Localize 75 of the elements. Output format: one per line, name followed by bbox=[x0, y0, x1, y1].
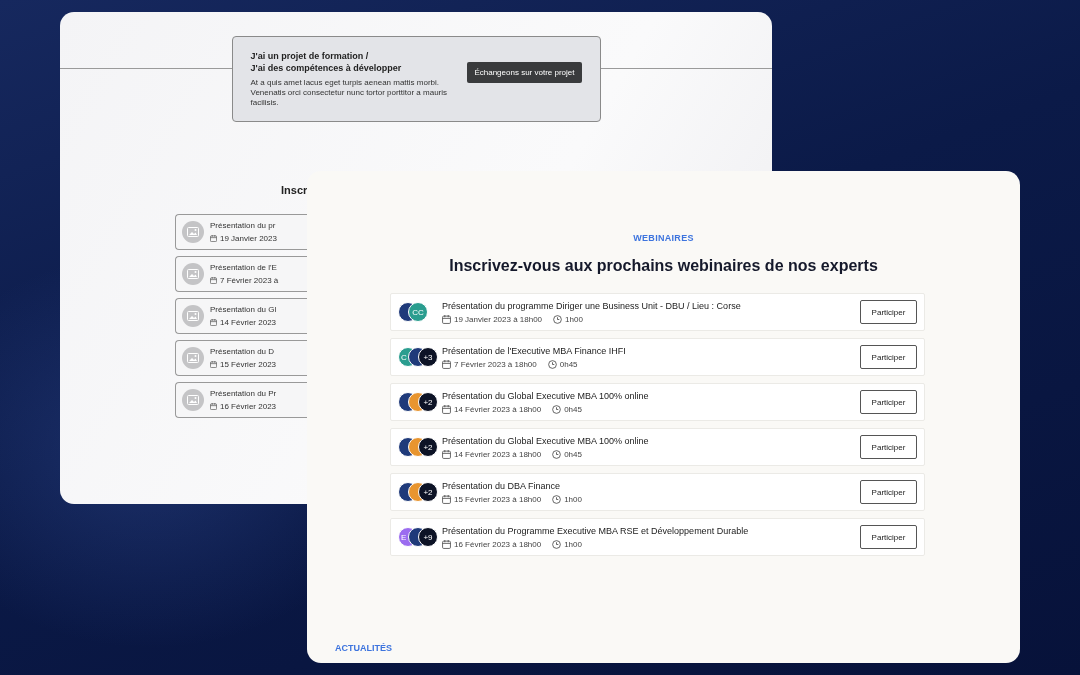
avatar: +9 bbox=[418, 527, 438, 547]
avatar: CC bbox=[408, 302, 428, 322]
calendar-icon bbox=[210, 235, 217, 242]
webinar-date: 19 Janvier 2023 à 18h00 bbox=[454, 314, 543, 324]
section-label: ACTUALITÉS bbox=[335, 643, 392, 653]
webinar-date: 15 Février 2023 à 18h00 bbox=[454, 494, 542, 504]
section-heading: Inscr bbox=[280, 184, 307, 196]
webinar-title: Présentation du Programme Executive MBA RSE et Développement Durable bbox=[442, 525, 750, 536]
clock-icon bbox=[547, 359, 557, 369]
webinar-title: Présentation du D bbox=[210, 347, 276, 356]
calendar-icon bbox=[210, 361, 217, 368]
clock-icon bbox=[553, 314, 563, 324]
clock-icon bbox=[552, 449, 562, 459]
webinar-date: 15 Février 2023 bbox=[220, 360, 277, 369]
avatar: +2 bbox=[418, 437, 438, 457]
section-heading: Inscrivez-vous aux prochains webinaires de nos experts bbox=[448, 257, 879, 275]
calendar-icon bbox=[442, 359, 451, 369]
webinar-title: Présentation du Global Executive MBA 100% online bbox=[442, 390, 650, 401]
clock-icon bbox=[552, 494, 562, 504]
banner-title: J'ai un projet de formation / bbox=[250, 50, 370, 62]
calendar-icon bbox=[442, 449, 451, 459]
webinar-title: Présentation du Global Executive MBA 100% online bbox=[442, 435, 650, 446]
webinar-date: 16 Février 2023 à 18h00 bbox=[454, 539, 542, 549]
banner-text: At a quis amet lacus eget turpis aenean mattis morbi. Venenatis orci consectetur nunc tortor porttitor a mauris facilisis. bbox=[250, 78, 449, 108]
webinar-date: 14 Février 2023 à 18h00 bbox=[454, 404, 542, 414]
participate-button[interactable]: Participer bbox=[860, 480, 917, 504]
webinar-duration: 1h00 bbox=[564, 539, 582, 549]
section-label: WEBINAIRES bbox=[632, 233, 695, 243]
calendar-icon bbox=[442, 404, 451, 414]
webinar-card[interactable]: Présentation du Gl 14 Février 2023 bbox=[175, 298, 307, 334]
webinar-duration: 1h00 bbox=[565, 314, 583, 324]
webinar-card[interactable]: Présentation de l'E 7 Février 2023 à bbox=[175, 256, 307, 292]
participate-button[interactable]: Participer bbox=[860, 435, 917, 459]
calendar-icon bbox=[442, 494, 451, 504]
avatar: +2 bbox=[418, 392, 438, 412]
webinar-date: 7 Février 2023 à bbox=[220, 276, 279, 285]
webinar-date: 16 Février 2023 bbox=[220, 402, 277, 411]
participate-button[interactable]: Participer bbox=[860, 300, 917, 324]
avatar: +2 bbox=[418, 482, 438, 502]
webinar-title: Présentation du Pr bbox=[210, 389, 277, 398]
calendar-icon bbox=[442, 539, 451, 549]
webinar-date: 19 Janvier 2023 bbox=[220, 234, 277, 243]
clock-icon bbox=[552, 404, 562, 414]
image-placeholder-icon bbox=[182, 347, 204, 369]
webinar-duration: 0h45 bbox=[564, 449, 582, 459]
calendar-icon bbox=[442, 314, 451, 324]
clock-icon bbox=[552, 539, 562, 549]
webinar-title: Présentation du Gl bbox=[210, 305, 277, 314]
webinar-duration: 0h45 bbox=[559, 359, 578, 369]
webinar-date: 7 Février 2023 à 18h00 bbox=[454, 359, 537, 369]
webinar-title: Présentation de l'Executive MBA Finance IHFI bbox=[442, 345, 627, 356]
image-placeholder-icon bbox=[182, 305, 204, 327]
webinar-card[interactable]: Présentation du D 15 Février 2023 bbox=[175, 340, 307, 376]
webinar-duration: 1h00 bbox=[564, 494, 582, 504]
webinar-title: Présentation du pr bbox=[210, 221, 277, 230]
participate-button[interactable]: Participer bbox=[860, 525, 917, 549]
webinar-date: 14 Février 2023 bbox=[220, 318, 277, 327]
image-placeholder-icon bbox=[182, 389, 204, 411]
contact-button[interactable]: Échangeons sur votre projet bbox=[467, 61, 582, 83]
calendar-icon bbox=[210, 319, 217, 326]
participate-button[interactable]: Participer bbox=[860, 345, 917, 369]
image-placeholder-icon bbox=[182, 221, 204, 243]
image-placeholder-icon bbox=[182, 263, 204, 285]
calendar-icon bbox=[210, 277, 217, 284]
webinar-title: Présentation du programme Diriger une Business Unit - DBU / Lieu : Corse bbox=[442, 300, 742, 311]
webinar-duration: 0h45 bbox=[564, 404, 582, 414]
webinar-card[interactable]: Présentation du Pr 16 Février 2023 bbox=[175, 382, 307, 418]
avatar: +3 bbox=[418, 347, 438, 367]
banner-title: J'ai des compétences à développer bbox=[250, 62, 403, 74]
webinar-title: Présentation de l'E bbox=[210, 263, 278, 272]
webinar-card[interactable]: Présentation du pr 19 Janvier 2023 bbox=[175, 214, 307, 250]
calendar-icon bbox=[210, 403, 217, 410]
webinar-title: Présentation du DBA Finance bbox=[442, 480, 562, 491]
participate-button[interactable]: Participer bbox=[860, 390, 917, 414]
webinar-date: 14 Février 2023 à 18h00 bbox=[454, 449, 542, 459]
